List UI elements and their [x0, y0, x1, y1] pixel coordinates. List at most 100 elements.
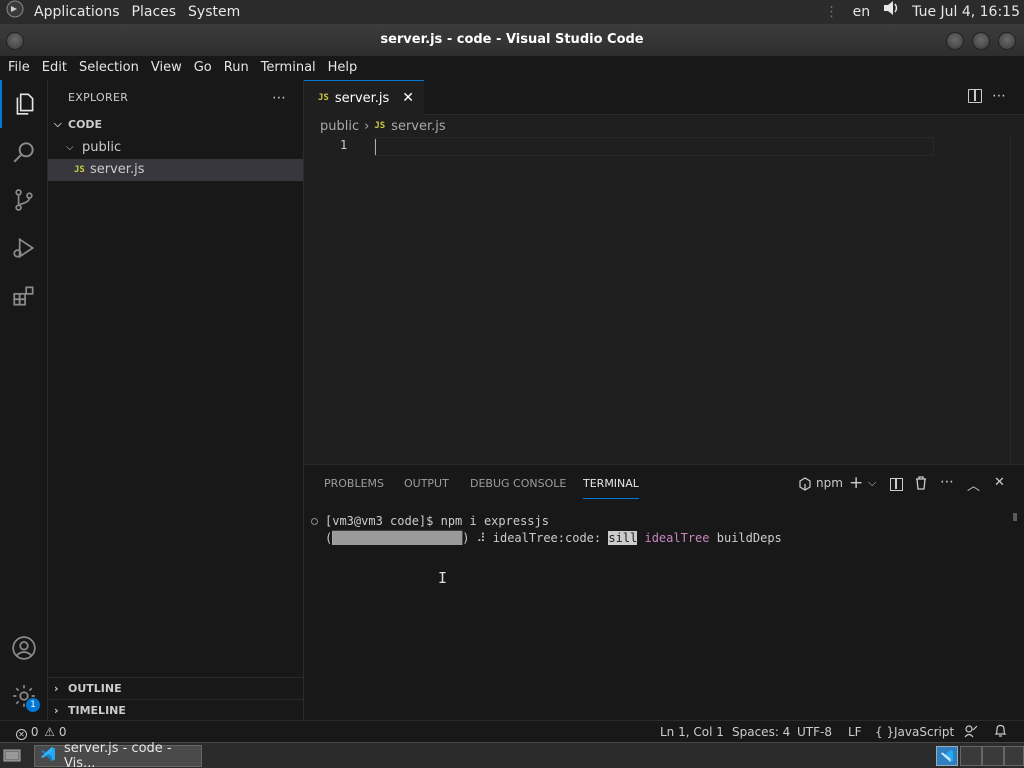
end-of-line[interactable]: LF — [848, 721, 862, 743]
terminal-scrollbar[interactable] — [1013, 513, 1017, 521]
kill-terminal-trash-icon[interactable] — [915, 476, 927, 494]
close-tab-icon[interactable]: ✕ — [402, 90, 414, 106]
explorer-header: EXPLORER ⋯ — [48, 80, 303, 116]
source-control-icon[interactable] — [0, 176, 48, 224]
editor-tabs: JS server.js ✕ ⋯ — [304, 80, 1024, 115]
taskbar-window-label: server.js - code - Vis... — [64, 741, 172, 768]
tab-problems[interactable]: PROBLEMS — [324, 465, 384, 503]
chevron-right-icon: › — [54, 704, 59, 717]
encoding[interactable]: UTF-8 — [797, 721, 832, 743]
javascript-file-icon: JS — [374, 121, 386, 131]
vertical-scrollbar[interactable] — [1010, 137, 1024, 464]
terminal-line-prompt: [vm3@vm3 code]$ npm i expressjs — [325, 514, 549, 528]
split-terminal-icon[interactable] — [890, 478, 903, 491]
chevron-down-icon[interactable]: ⌵ — [868, 476, 876, 490]
search-icon[interactable] — [0, 128, 48, 176]
error-count: 0 — [30, 725, 39, 739]
vscode-app-icon — [40, 746, 56, 766]
window-titlebar[interactable]: server.js - code - Visual Studio Code — [0, 24, 1024, 56]
window-title: server.js - code - Visual Studio Code — [380, 32, 644, 47]
activity-bar: 1 — [0, 80, 48, 720]
volume-icon[interactable] — [876, 0, 906, 24]
status-bar: ✕ 0 ⚠ 0 Ln 1, Col 1 Spaces: 4 UTF-8 LF {… — [0, 720, 1024, 742]
text-ibeam-cursor-icon: I — [438, 569, 448, 587]
npm-progress-bar: ██████████████████ — [332, 531, 463, 545]
progress-rest: ) ⠼ idealTree:code: — [462, 531, 609, 545]
language-mode[interactable]: JavaScript — [894, 721, 954, 743]
workspace-switcher-icon[interactable] — [936, 746, 958, 766]
folder-public[interactable]: ⌵ public — [48, 137, 303, 159]
menu-edit[interactable]: Edit — [36, 56, 73, 80]
chevron-down-icon: ⌵ — [66, 142, 74, 153]
more-actions-icon[interactable]: ⋯ — [272, 80, 286, 116]
terminal-status-circle-icon — [311, 518, 318, 525]
gnome-foot-icon[interactable] — [0, 0, 28, 24]
minimize-button[interactable] — [946, 32, 964, 50]
feedback-icon[interactable] — [964, 721, 978, 743]
editor-more-actions-icon[interactable]: ⋯ — [992, 88, 1006, 104]
indentation[interactable]: Spaces: 4 — [732, 721, 790, 743]
explorer-icon[interactable] — [0, 80, 48, 128]
places-menu[interactable]: Places — [126, 0, 183, 24]
close-window-button[interactable] — [998, 32, 1016, 50]
folder-root-code[interactable]: ⌵ CODE — [48, 114, 303, 136]
menu-run[interactable]: Run — [218, 56, 255, 80]
keyboard-layout-indicator[interactable]: en — [847, 0, 877, 24]
timeline-section[interactable]: › TIMELINE — [48, 699, 303, 721]
menu-file[interactable]: File — [0, 56, 36, 80]
editor-area: JS server.js ✕ ⋯ public › JS server.js 1 — [304, 80, 1024, 464]
run-debug-icon[interactable] — [0, 224, 48, 272]
manage-gear-icon[interactable]: 1 — [0, 672, 48, 720]
tab-debug-console[interactable]: DEBUG CONSOLE — [470, 465, 566, 503]
accounts-icon[interactable] — [0, 624, 48, 672]
terminal-line-progress: (██████████████████) ⠼ idealTree:code: s… — [325, 531, 782, 545]
menu-view[interactable]: View — [145, 56, 188, 80]
menu-help[interactable]: Help — [322, 56, 364, 80]
menubar: File Edit Selection View Go Run Terminal… — [0, 56, 1024, 80]
tab-output[interactable]: OUTPUT — [404, 465, 449, 503]
warning-icon: ⚠ — [44, 725, 56, 739]
breadcrumb-file[interactable]: server.js — [391, 119, 445, 134]
explorer-sidebar: EXPLORER ⋯ ⌵ CODE ⌵ public JS server.js … — [48, 80, 304, 720]
warning-count: 0 — [58, 725, 67, 739]
show-desktop-icon[interactable] — [2, 747, 22, 764]
split-terminal-divider — [895, 479, 897, 489]
maximize-panel-chevron-up-icon[interactable]: ︿ — [967, 475, 980, 494]
breadcrumb: public › JS server.js — [304, 115, 1024, 137]
menu-selection[interactable]: Selection — [73, 56, 145, 80]
applications-menu[interactable]: Applications — [28, 0, 126, 24]
clock[interactable]: Tue Jul 4, 16:15 — [906, 0, 1024, 24]
problems-status[interactable]: ✕ 0 ⚠ 0 — [16, 721, 67, 743]
workspace-4[interactable] — [1004, 746, 1024, 766]
sill-label: sill — [608, 531, 638, 545]
close-panel-icon[interactable]: ✕ — [994, 475, 1005, 490]
notifications-bell-icon[interactable] — [994, 721, 1007, 743]
split-editor-divider — [974, 90, 976, 101]
menu-terminal[interactable]: Terminal — [255, 56, 322, 80]
new-terminal-plus-icon[interactable]: + — [849, 473, 863, 493]
panel-more-actions-icon[interactable]: ⋯ — [940, 474, 954, 490]
chevron-down-icon: ⌵ — [54, 119, 62, 130]
outline-section[interactable]: › OUTLINE — [48, 677, 303, 699]
tab-label: server.js — [334, 90, 390, 106]
breadcrumb-folder[interactable]: public — [320, 119, 359, 134]
split-editor-icon[interactable] — [968, 89, 982, 103]
code-line-1[interactable] — [374, 137, 934, 156]
tab-terminal[interactable]: TERMINAL — [583, 469, 639, 499]
workspace-3[interactable] — [982, 746, 1004, 766]
maximize-button[interactable] — [972, 32, 990, 50]
taskbar-window-button[interactable]: server.js - code - Vis... — [34, 741, 202, 768]
system-menu[interactable]: System — [182, 0, 246, 24]
extensions-icon[interactable] — [0, 272, 48, 320]
file-server-js[interactable]: JS server.js — [48, 159, 303, 181]
language-braces-icon: { } — [875, 725, 895, 739]
builddeps-label: buildDeps — [716, 531, 782, 545]
text-cursor — [375, 139, 376, 155]
terminal-name[interactable]: npm — [816, 476, 843, 490]
terminal-icon — [799, 477, 811, 495]
tab-server-js[interactable]: JS server.js ✕ — [304, 80, 424, 115]
explorer-title: EXPLORER — [68, 91, 129, 104]
workspace-2[interactable] — [960, 746, 982, 766]
menu-go[interactable]: Go — [188, 56, 218, 80]
cursor-position[interactable]: Ln 1, Col 1 — [660, 721, 724, 743]
